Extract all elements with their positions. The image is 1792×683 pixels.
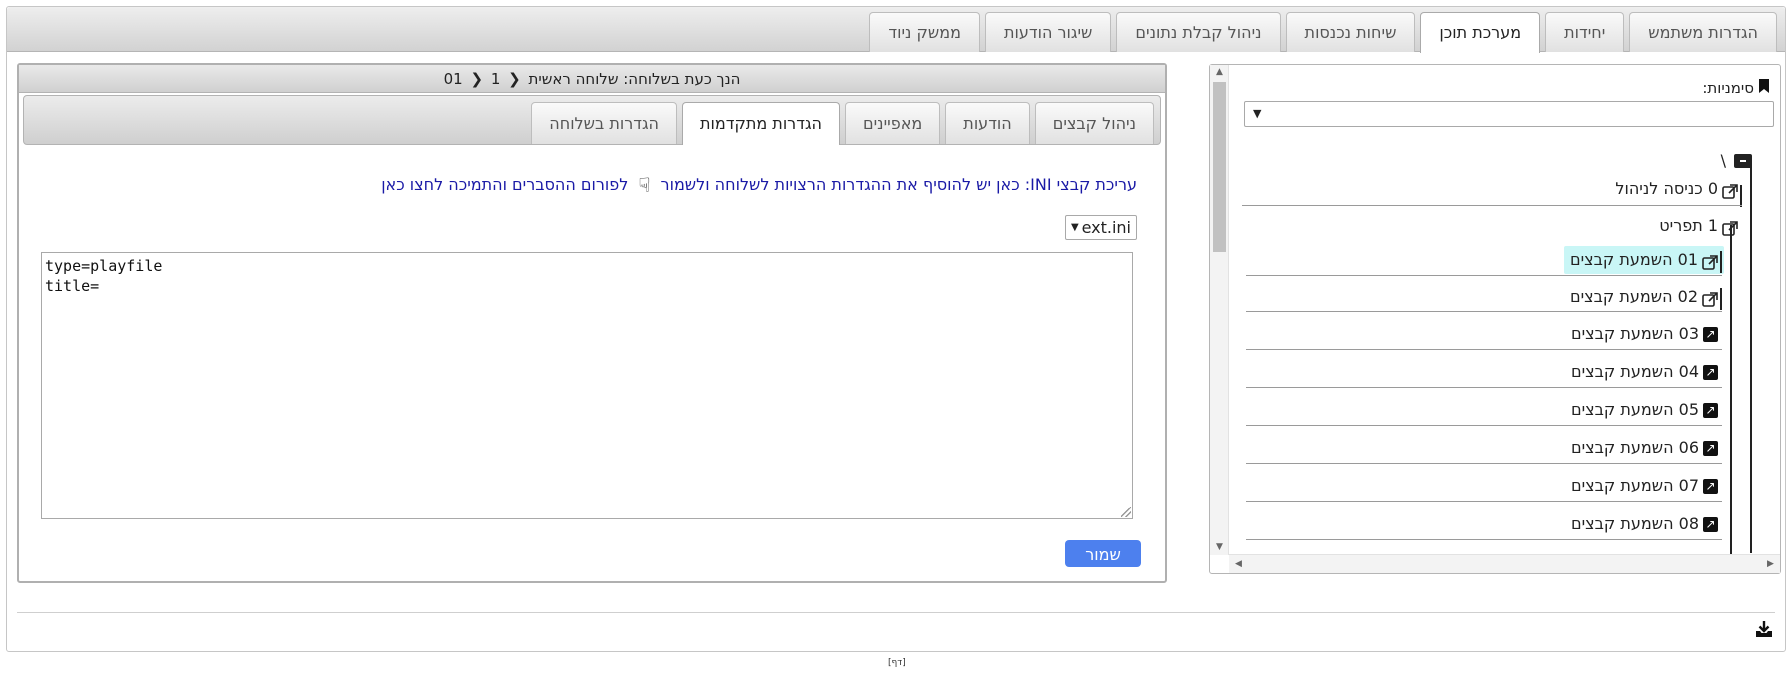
ini-file-select[interactable]: ext.ini ▼ — [1065, 215, 1137, 240]
external-link-icon — [1702, 252, 1718, 270]
tree-root-label: \ — [1720, 151, 1726, 170]
external-link-square-icon: ↗ — [1703, 326, 1718, 342]
tree-item[interactable]: 02 השמעת קבצים — [1570, 283, 1718, 311]
chevron-left-icon: ❮ — [508, 70, 521, 88]
tree-item-label: 06 השמעת קבצים — [1570, 438, 1699, 457]
tree-item-bracket — [1740, 185, 1742, 207]
tree-item-label: 04 השמעת קבצים — [1570, 362, 1699, 381]
tree-item-highlight: 01 השמעת קבצים — [1563, 246, 1724, 274]
tree-item-divider — [1246, 463, 1722, 464]
external-link-square-icon: ↗ — [1703, 440, 1718, 456]
tab-content-system[interactable]: מערכת תוכן — [1420, 12, 1541, 53]
tree-vertical-scrollbar[interactable]: ▲ ▼ — [1210, 65, 1229, 555]
scroll-up-arrow-icon[interactable]: ▲ — [1210, 65, 1229, 80]
tab-advanced-settings[interactable]: הגדרות מתקדמות — [682, 102, 840, 145]
tree-item-divider — [1246, 275, 1722, 276]
external-link-icon — [1722, 218, 1738, 236]
tree-item[interactable]: ↗ 06 השמעת קבצים — [1571, 434, 1718, 462]
tree-item[interactable]: ↗ 03 השמעת קבצים — [1571, 320, 1718, 348]
breadcrumb-item[interactable]: שלוחה ראשית — [529, 70, 619, 88]
sub-tabs: ניהול קבצים הודעות מאפיינים הגדרות מתקדמ… — [531, 102, 1154, 146]
external-link-square-icon: ↗ — [1703, 478, 1718, 494]
sub-tab-bar: ניהול קבצים הודעות מאפיינים הגדרות מתקדמ… — [23, 95, 1161, 145]
main-tab-bar: הגדרות משתמש יחידות מערכת תוכן שיחות נכנ… — [7, 7, 1785, 53]
tab-incoming-calls[interactable]: שיחות נכנסות — [1285, 12, 1416, 52]
tab-extension-settings[interactable]: הגדרות בשלוחה — [531, 102, 677, 144]
tree-item-divider — [1246, 501, 1722, 502]
external-link-icon — [1722, 181, 1738, 199]
tree-horizontal-scrollbar[interactable]: ◀ ▶ — [1229, 554, 1780, 573]
forum-link[interactable]: לפורום ההסברים והתמיכה לחצו כאן — [381, 175, 628, 194]
scroll-right-arrow-icon[interactable]: ▶ — [1761, 557, 1780, 572]
tree-panel: ▲ ▼ סימניות: ▼ \ 0 כניסה לניהול 1 תפריט … — [1209, 64, 1781, 574]
tree-item-divider — [1246, 387, 1722, 388]
breadcrumb-item[interactable]: 1 — [491, 70, 501, 88]
tree-item[interactable]: ↗ 05 השמעת קבצים — [1571, 396, 1718, 424]
main-tabs: הגדרות משתמש יחידות מערכת תוכן שיחות נכנ… — [869, 12, 1777, 53]
tab-file-management[interactable]: ניהול קבצים — [1034, 102, 1154, 144]
external-link-square-icon: ↗ — [1703, 364, 1718, 380]
external-link-square-icon: ↗ — [1703, 516, 1718, 532]
tree-item-label: 02 השמעת קבצים — [1569, 287, 1698, 306]
bookmarks-label-text: סימניות: — [1702, 79, 1754, 97]
ini-info-line: עריכת קבצי INI: כאן יש להוסיף את ההגדרות… — [381, 172, 1137, 197]
scroll-down-arrow-icon[interactable]: ▼ — [1210, 540, 1229, 555]
tree-rail-inner — [1730, 225, 1732, 555]
tree-item-label: 03 השמעת קבצים — [1570, 324, 1699, 343]
download-icon[interactable] — [1755, 620, 1773, 638]
tree-item-label: 05 השמעת קבצים — [1570, 400, 1699, 419]
tab-properties[interactable]: מאפיינים — [844, 102, 941, 144]
chevron-down-icon: ▼ — [1253, 107, 1262, 120]
tab-messages[interactable]: הודעות — [945, 102, 1030, 144]
tree-item-divider — [1246, 311, 1722, 312]
bookmark-icon — [1758, 79, 1770, 97]
tree-item-label: 08 השמעת קבצים — [1570, 514, 1699, 533]
tree-item[interactable]: ↗ 07 השמעת קבצים — [1571, 472, 1718, 500]
external-link-icon — [1702, 289, 1718, 307]
ini-editor-textarea[interactable]: type=playfile title= — [41, 252, 1133, 519]
tree-scroll-thumb[interactable] — [1213, 82, 1226, 252]
tab-units[interactable]: יחידות — [1545, 12, 1625, 52]
tree-item-divider — [1246, 349, 1722, 350]
scroll-left-arrow-icon[interactable]: ◀ — [1229, 557, 1248, 572]
tab-user-settings[interactable]: הגדרות משתמש — [1629, 12, 1777, 52]
tree-item-bracket — [1720, 251, 1722, 273]
chevron-down-icon: ▼ — [1071, 222, 1079, 233]
tree-item-label: 07 השמעת קבצים — [1570, 476, 1699, 495]
breadcrumb-item[interactable]: 01 — [444, 70, 463, 88]
editor-panel: הנך כעת בשלוחה: שלוחה ראשית ❮ 1 ❮ 01 ניה… — [17, 63, 1167, 583]
tree-item[interactable]: ↗ 08 השמעת קבצים — [1571, 510, 1718, 538]
tree-root[interactable]: \ — [1721, 151, 1752, 170]
external-link-square-icon: ↗ — [1703, 402, 1718, 418]
tree-item-divider — [1242, 205, 1742, 206]
tree-item-bracket — [1720, 288, 1722, 310]
bookmarks-label: סימניות: — [1702, 79, 1770, 97]
ini-info-text: עריכת קבצי INI: כאן יש להוסיף את ההגדרות… — [660, 175, 1137, 194]
current-extension-header: הנך כעת בשלוחה: שלוחה ראשית ❮ 1 ❮ 01 — [19, 65, 1165, 93]
tree-item[interactable]: 1 תפריט — [1659, 212, 1738, 240]
footer-divider — [17, 612, 1775, 613]
tree-item[interactable]: ↗ 04 השמעת קבצים — [1571, 358, 1718, 386]
resize-grip-icon[interactable] — [1121, 507, 1131, 517]
chevron-left-icon: ❮ — [470, 70, 484, 88]
pointing-hand-icon: ☟ — [638, 172, 651, 197]
tree-item[interactable]: 0 כניסה לניהול — [1615, 175, 1738, 203]
header-prefix: הנך כעת בשלוחה: — [623, 70, 741, 88]
bookmarks-select[interactable]: ▼ — [1244, 101, 1774, 127]
bottom-mark: [דף] — [888, 658, 906, 668]
tree-item-label: 01 השמעת קבצים — [1569, 250, 1698, 269]
tree-item-divider — [1246, 425, 1722, 426]
tab-porting-interface[interactable]: ממשק ניוד — [869, 12, 980, 52]
ini-file-select-value: ext.ini — [1081, 218, 1131, 237]
tree-item-selected[interactable]: 01 השמעת קבצים — [1563, 246, 1724, 274]
app-frame: הגדרות משתמש יחידות מערכת תוכן שיחות נכנ… — [6, 6, 1786, 652]
tab-message-dispatch[interactable]: שיגור הודעות — [984, 12, 1112, 52]
tree-rail-outer — [1750, 163, 1752, 553]
tree-item-label: 1 תפריט — [1659, 216, 1718, 235]
save-button[interactable]: שמור — [1065, 540, 1141, 567]
tree-item-divider — [1246, 539, 1722, 540]
tree-item-label: 0 כניסה לניהול — [1615, 179, 1718, 198]
tab-data-collection[interactable]: ניהול קבלת נתונים — [1116, 12, 1281, 52]
